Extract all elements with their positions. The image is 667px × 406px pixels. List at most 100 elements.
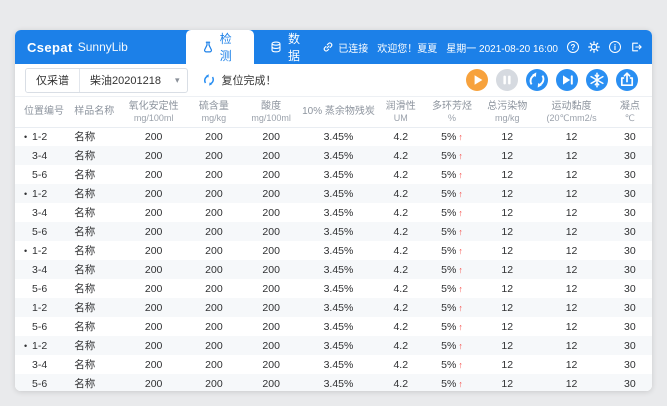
table-row[interactable]: •5-6名称2002002003.45%4.25%↑121230 xyxy=(15,279,652,298)
alert-up-icon: ↑ xyxy=(458,284,463,294)
cell-acidity: 200 xyxy=(242,165,300,184)
cell-residue: 3.45% xyxy=(300,127,376,146)
table-row[interactable]: •5-6名称2002002003.45%4.25%↑121230 xyxy=(15,374,652,391)
cell-viscosity: 12 xyxy=(535,260,607,279)
cell-freezing: 30 xyxy=(608,184,652,203)
cell-viscosity: 12 xyxy=(535,336,607,355)
gear-icon[interactable] xyxy=(588,41,600,53)
cell-lubricity: 4.2 xyxy=(377,222,425,241)
cell-pah: 5%↑ xyxy=(425,279,479,298)
database-icon xyxy=(270,41,282,53)
table-row[interactable]: •1-2名称2002002003.45%4.25%↑121230 xyxy=(15,298,652,317)
freeze-button[interactable] xyxy=(586,69,608,91)
cell-acidity: 200 xyxy=(242,146,300,165)
cell-position: •5-6 xyxy=(15,374,65,391)
alert-up-icon: ↑ xyxy=(458,379,463,389)
sync-button[interactable] xyxy=(526,69,548,91)
cell-contaminants: 12 xyxy=(479,165,535,184)
sync-icon xyxy=(526,69,548,91)
cell-contaminants: 12 xyxy=(479,203,535,222)
cell-acidity: 200 xyxy=(242,184,300,203)
help-icon[interactable]: ? xyxy=(567,41,579,53)
flask-icon xyxy=(202,41,214,53)
reset-status: 复位完成！ xyxy=(202,72,276,88)
info-icon[interactable]: i xyxy=(609,41,621,53)
results-table: 位置编号样品名称氧化安定性mg/100ml硫含量mg/kg酸度mg/100ml1… xyxy=(15,97,652,391)
cell-acidity: 200 xyxy=(242,241,300,260)
cell-freezing: 30 xyxy=(608,146,652,165)
cell-residue: 3.45% xyxy=(300,203,376,222)
cell-residue: 3.45% xyxy=(300,184,376,203)
cell-viscosity: 12 xyxy=(535,355,607,374)
cell-sulfur: 200 xyxy=(186,336,242,355)
cell-lubricity: 4.2 xyxy=(377,203,425,222)
cell-pah: 5%↑ xyxy=(425,165,479,184)
spectrum-only-button[interactable]: 仅采谱 xyxy=(26,69,79,92)
reset-icon[interactable] xyxy=(202,73,216,87)
cell-sample: 名称 xyxy=(65,260,121,279)
cell-oxidation: 200 xyxy=(121,336,185,355)
cell-sample: 名称 xyxy=(65,146,121,165)
cell-freezing: 30 xyxy=(608,203,652,222)
chevron-down-icon: ▾ xyxy=(175,75,180,86)
cell-acidity: 200 xyxy=(242,317,300,336)
cell-freezing: 30 xyxy=(608,298,652,317)
cell-position: •3-4 xyxy=(15,260,65,279)
cell-position: •5-6 xyxy=(15,165,65,184)
cell-acidity: 200 xyxy=(242,298,300,317)
cell-sample: 名称 xyxy=(65,203,121,222)
cell-sulfur: 200 xyxy=(186,355,242,374)
cell-contaminants: 12 xyxy=(479,336,535,355)
column-header-lubricity: 润滑性UM xyxy=(377,97,425,127)
cell-contaminants: 12 xyxy=(479,355,535,374)
cell-residue: 3.45% xyxy=(300,317,376,336)
table-row[interactable]: •3-4名称2002002003.45%4.25%↑121230 xyxy=(15,146,652,165)
table-row[interactable]: •1-2名称2002002003.45%4.25%↑121230 xyxy=(15,127,652,146)
table-row[interactable]: •5-6名称2002002003.45%4.25%↑121230 xyxy=(15,165,652,184)
cell-sample: 名称 xyxy=(65,127,121,146)
cell-lubricity: 4.2 xyxy=(377,146,425,165)
cell-lubricity: 4.2 xyxy=(377,241,425,260)
alert-up-icon: ↑ xyxy=(458,208,463,218)
cell-sample: 名称 xyxy=(65,222,121,241)
cell-oxidation: 200 xyxy=(121,298,185,317)
cell-contaminants: 12 xyxy=(479,184,535,203)
cell-pah: 5%↑ xyxy=(425,203,479,222)
cell-pah: 5%↑ xyxy=(425,241,479,260)
tab-detection-label: 检测 xyxy=(220,30,238,64)
cell-oxidation: 200 xyxy=(121,222,185,241)
sample-select-value: 柴油20201218 xyxy=(90,72,161,88)
table-row[interactable]: •5-6名称2002002003.45%4.25%↑121230 xyxy=(15,317,652,336)
export-button[interactable] xyxy=(616,69,638,91)
table-row[interactable]: •3-4名称2002002003.45%4.25%↑121230 xyxy=(15,355,652,374)
cell-sulfur: 200 xyxy=(186,279,242,298)
alert-up-icon: ↑ xyxy=(458,341,463,351)
start-button[interactable] xyxy=(466,69,488,91)
tab-data[interactable]: 数据 xyxy=(254,30,322,64)
cell-lubricity: 4.2 xyxy=(377,165,425,184)
cell-pah: 5%↑ xyxy=(425,355,479,374)
run-to-end-button[interactable] xyxy=(556,69,578,91)
alert-up-icon: ↑ xyxy=(458,189,463,199)
cell-viscosity: 12 xyxy=(535,241,607,260)
exit-icon[interactable] xyxy=(630,41,642,53)
cell-sample: 名称 xyxy=(65,374,121,391)
cell-contaminants: 12 xyxy=(479,222,535,241)
tab-detection[interactable]: 检测 xyxy=(186,30,254,64)
cell-freezing: 30 xyxy=(608,241,652,260)
table-row[interactable]: •1-2名称2002002003.45%4.25%↑121230 xyxy=(15,241,652,260)
table-row[interactable]: •5-6名称2002002003.45%4.25%↑121230 xyxy=(15,222,652,241)
cell-oxidation: 200 xyxy=(121,279,185,298)
table-row[interactable]: •3-4名称2002002003.45%4.25%↑121230 xyxy=(15,260,652,279)
brand-name-light: SunnyLib xyxy=(78,40,128,54)
table-row[interactable]: •1-2名称2002002003.45%4.25%↑121230 xyxy=(15,184,652,203)
table-row[interactable]: •3-4名称2002002003.45%4.25%↑121230 xyxy=(15,203,652,222)
pause-button[interactable] xyxy=(496,69,518,91)
cell-lubricity: 4.2 xyxy=(377,260,425,279)
cell-freezing: 30 xyxy=(608,165,652,184)
column-header-freezing: 凝点℃ xyxy=(608,97,652,127)
sample-select[interactable]: 柴油20201218 ▾ xyxy=(80,72,187,88)
cell-contaminants: 12 xyxy=(479,298,535,317)
table-row[interactable]: •1-2名称2002002003.45%4.25%↑121230 xyxy=(15,336,652,355)
column-header-contaminants: 总污染物mg/kg xyxy=(479,97,535,127)
